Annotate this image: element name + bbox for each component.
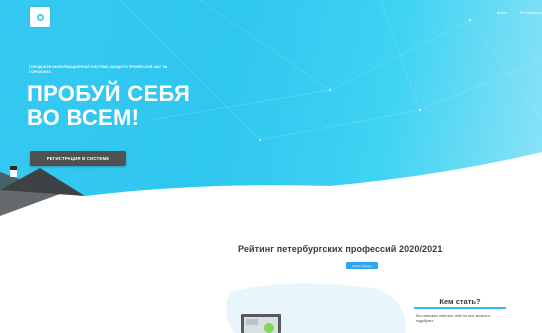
rating-more-button[interactable]: Узнать больше xyxy=(346,262,378,269)
hero-section: Войти Регистрация Городская информационн… xyxy=(0,0,542,228)
hero-title: ПРОБУЙ СЕБЯ ВО ВСЕМ! xyxy=(27,82,227,130)
become-underline xyxy=(414,307,506,309)
become-text: Мы поможем ответить тебе на этот вопрос … xyxy=(416,314,491,323)
rating-title: Рейтинг петербургских профессий 2020/202… xyxy=(238,244,443,254)
hero-caption: Городская информационная система каждого… xyxy=(29,65,168,74)
profession-illustration xyxy=(226,283,406,333)
hero-title-line-1: ПРОБУЙ СЕБЯ xyxy=(27,81,191,106)
logo-icon xyxy=(36,13,44,21)
side-widget-tab-top xyxy=(10,166,17,170)
register-link[interactable]: Регистрация xyxy=(520,11,542,15)
hero-title-line-2: ВО ВСЕМ! xyxy=(27,105,140,130)
logo[interactable] xyxy=(30,7,50,27)
register-in-system-button[interactable]: РЕГИСТРАЦИЯ В СИСТЕМЕ xyxy=(30,151,126,166)
login-link[interactable]: Войти xyxy=(497,11,507,15)
become-title: Кем стать? xyxy=(439,297,481,306)
